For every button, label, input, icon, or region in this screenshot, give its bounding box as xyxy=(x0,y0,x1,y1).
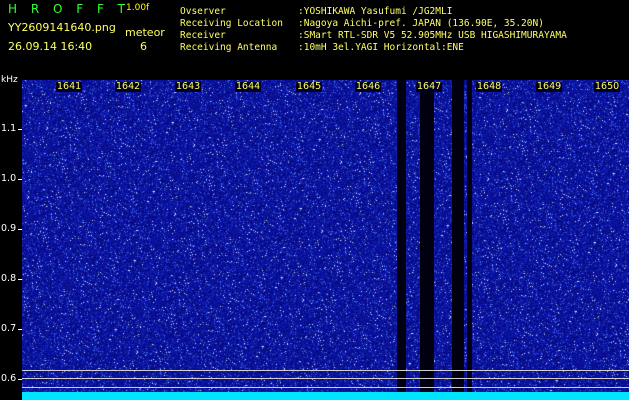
info-label-receiver: Receiver xyxy=(180,30,226,41)
spectrum-gap xyxy=(397,80,406,400)
y-tick: 0.9 xyxy=(1,223,17,234)
info-value-observer: :YOSHIKAWA Yasufumi /JG2MLI xyxy=(298,6,453,17)
info-value-receiver: :SMart RTL-SDR V5 52.905MHz USB HIGASHIM… xyxy=(298,30,567,41)
file-name: YY2609141640.png xyxy=(8,21,116,34)
info-value-location: :Nagoya Aichi-pref. JAPAN (136.90E, 35.2… xyxy=(298,18,544,29)
x-tick: 1650 xyxy=(594,81,621,92)
detect-label: meteor xyxy=(125,26,165,39)
info-label-location: Receiving Location xyxy=(180,18,283,29)
x-tick: 1647 xyxy=(416,81,443,92)
detect-count: 6 xyxy=(140,40,147,53)
threshold-line xyxy=(22,370,629,371)
x-tick: 1644 xyxy=(235,81,262,92)
x-tick: 1646 xyxy=(355,81,382,92)
y-tick: 0.6 xyxy=(1,373,17,384)
threshold-line xyxy=(22,378,629,379)
y-tick: 1.1 xyxy=(1,123,17,134)
spectrogram-noise xyxy=(22,80,629,400)
y-tick: 1.0 xyxy=(1,173,17,184)
x-tick: 1641 xyxy=(56,81,83,92)
info-label-antenna: Receiving Antenna xyxy=(180,42,278,53)
x-tick: 1642 xyxy=(115,81,142,92)
y-tick: 0.7 xyxy=(1,323,17,334)
info-label-observer: Ovserver xyxy=(180,6,226,17)
x-tick: 1645 xyxy=(296,81,323,92)
x-tick: 1643 xyxy=(175,81,202,92)
app-title: H R O F F T xyxy=(8,2,131,16)
spectrogram-plot xyxy=(22,80,629,400)
y-axis-unit: kHz xyxy=(1,75,18,85)
app-version: 1.00f xyxy=(126,3,150,13)
info-value-antenna: :10mH 3el.YAGI Horizontal:ENE xyxy=(298,42,464,53)
spectrum-gap xyxy=(452,80,464,400)
spectrum-gap xyxy=(467,80,472,400)
x-tick: 1649 xyxy=(536,81,563,92)
spectrum-gap xyxy=(420,80,434,400)
spectrum-baseline xyxy=(22,392,629,400)
threshold-line xyxy=(22,387,629,388)
y-tick: 0.8 xyxy=(1,273,17,284)
time-stamp: 26.09.14 16:40 xyxy=(8,40,93,53)
x-tick: 1648 xyxy=(476,81,503,92)
